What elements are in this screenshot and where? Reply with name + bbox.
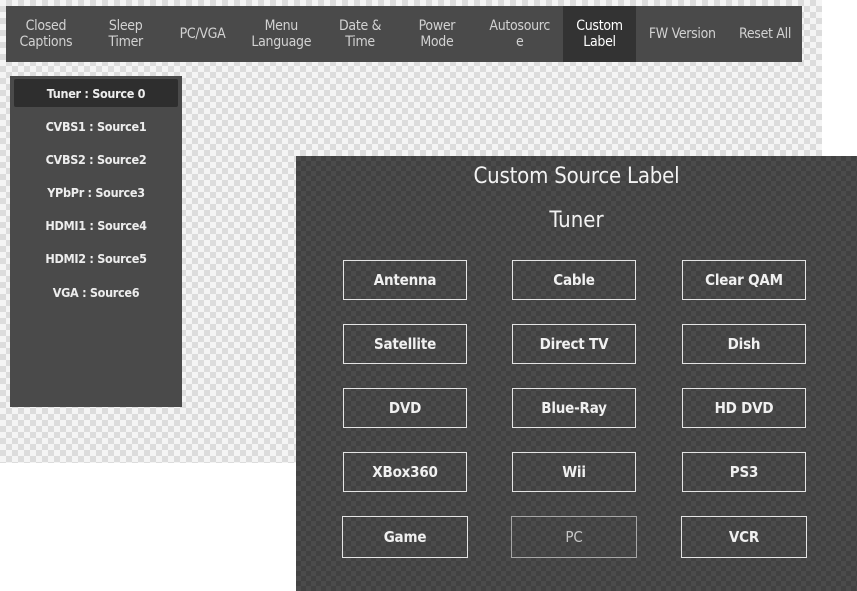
source-item-cvbs2[interactable]: CVBS2 : Source2 — [10, 145, 182, 173]
tab-power-mode[interactable]: Power Mode — [397, 6, 477, 62]
tab-sleep-timer[interactable]: Sleep Timer — [86, 6, 166, 62]
tab-date-time[interactable]: Date & Time — [323, 6, 397, 62]
source-item-hdmi2[interactable]: HDMI2 : Source5 — [10, 244, 182, 272]
custom-source-label-dialog: Custom Source Label Tuner Antenna Cable … — [296, 156, 857, 591]
tab-fw-version[interactable]: FW Version — [636, 6, 728, 62]
option-hd-dvd[interactable]: HD DVD — [682, 388, 806, 428]
tab-custom-label[interactable]: Custom Label — [562, 6, 637, 62]
option-cable[interactable]: Cable — [512, 260, 636, 300]
option-pc[interactable]: PC — [511, 516, 637, 558]
option-dvd[interactable]: DVD — [343, 388, 467, 428]
option-game[interactable]: Game — [342, 516, 468, 558]
option-antenna[interactable]: Antenna — [343, 260, 467, 300]
tab-closed-captions[interactable]: Closed Captions — [6, 6, 86, 62]
source-item-cvbs1[interactable]: CVBS1 : Source1 — [10, 112, 182, 140]
tab-reset-all[interactable]: Reset All — [728, 6, 802, 62]
option-ps3[interactable]: PS3 — [682, 452, 806, 492]
source-item-vga[interactable]: VGA : Source6 — [10, 278, 182, 306]
source-item-ypbpr[interactable]: YPbPr : Source3 — [10, 178, 182, 206]
option-direct-tv[interactable]: Direct TV — [512, 324, 636, 364]
settings-menu-bar: Closed Captions Sleep Timer PC/VGA Menu … — [6, 6, 802, 62]
option-satellite[interactable]: Satellite — [343, 324, 467, 364]
option-vcr[interactable]: VCR — [681, 516, 807, 558]
tab-menu-language[interactable]: Menu Language — [239, 6, 323, 62]
dialog-subtitle: Tuner — [549, 208, 604, 233]
source-item-hdmi1[interactable]: HDMI1 : Source4 — [10, 211, 182, 239]
option-xbox360[interactable]: XBox360 — [343, 452, 467, 492]
source-list: Tuner : Source 0 CVBS1 : Source1 CVBS2 :… — [10, 76, 182, 407]
option-clear-qam[interactable]: Clear QAM — [682, 260, 806, 300]
tab-autosource[interactable]: Autosourc e — [477, 6, 563, 62]
dialog-title: Custom Source Label — [473, 164, 680, 189]
source-item-tuner[interactable]: Tuner : Source 0 — [14, 79, 178, 107]
tab-pc-vga[interactable]: PC/VGA — [166, 6, 240, 62]
option-blue-ray[interactable]: Blue-Ray — [512, 388, 636, 428]
option-wii[interactable]: Wii — [512, 452, 636, 492]
option-dish[interactable]: Dish — [682, 324, 806, 364]
